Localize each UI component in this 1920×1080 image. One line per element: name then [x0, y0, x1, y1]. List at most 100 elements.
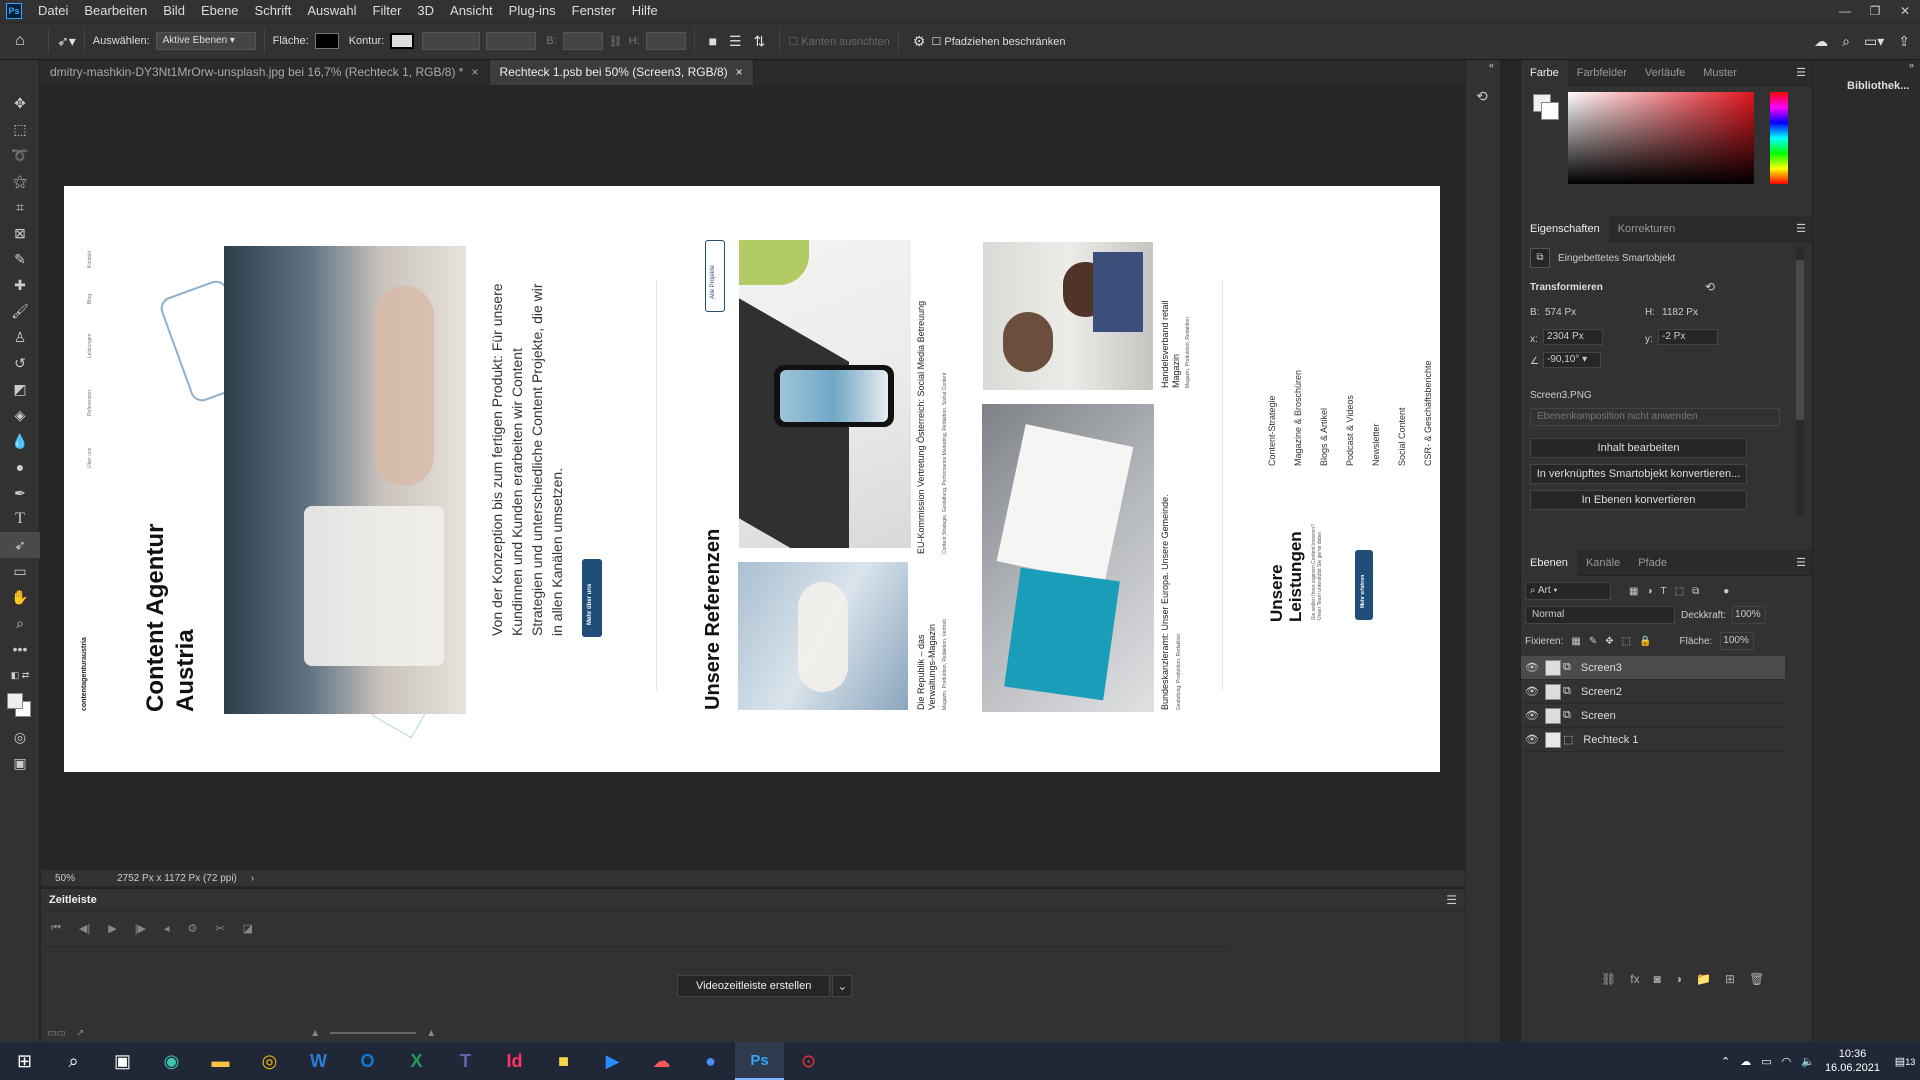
chevron-down-icon[interactable]: ⌄: [832, 975, 853, 997]
search-icon[interactable]: ⌕: [1842, 33, 1850, 50]
inhalt-bearbeiten-button[interactable]: Inhalt bearbeiten: [1530, 438, 1747, 458]
tab-farbe[interactable]: Farbe: [1521, 59, 1568, 86]
convert-layers-button[interactable]: In Ebenen konvertieren: [1530, 490, 1747, 510]
properties-scrollbar[interactable]: [1796, 246, 1804, 516]
tray-chevron-icon[interactable]: ⌃: [1721, 1055, 1730, 1068]
new-layer-icon[interactable]: ⊞: [1725, 972, 1735, 986]
settings-icon[interactable]: ⚙: [188, 922, 198, 935]
home-icon[interactable]: ⌂: [0, 32, 40, 50]
task-view-icon[interactable]: ▣: [98, 1042, 147, 1080]
tab-document-2[interactable]: Rechteck 1.psb bei 50% (Screen3, RGB/8) …: [489, 60, 754, 85]
gear-icon[interactable]: ⚙: [913, 33, 926, 50]
path-alignment-icon[interactable]: ☰: [729, 33, 742, 50]
lock-all-icon[interactable]: 🔒: [1639, 636, 1651, 647]
menu-bild[interactable]: Bild: [155, 0, 193, 22]
height-field[interactable]: [645, 32, 686, 50]
link-icon[interactable]: ⛓: [609, 35, 623, 48]
frames-icon[interactable]: ▭▭: [47, 1028, 66, 1039]
notifications-badge[interactable]: ▤13: [1890, 1055, 1920, 1068]
clock[interactable]: 10:36 16.06.2021: [1825, 1047, 1880, 1075]
menu-schrift[interactable]: Schrift: [247, 0, 300, 22]
blur-tool-icon[interactable]: 💧: [0, 428, 40, 454]
panel-menu-icon[interactable]: ☰: [1796, 222, 1806, 235]
word-icon[interactable]: W: [294, 1042, 343, 1080]
visibility-eye-icon[interactable]: 👁: [1521, 709, 1543, 722]
visibility-eye-icon[interactable]: 👁: [1521, 733, 1543, 746]
windows-start-icon[interactable]: ⊞: [0, 1042, 49, 1080]
minimize-icon[interactable]: —: [1830, 0, 1860, 22]
zoom-in-icon[interactable]: ▲: [426, 1028, 436, 1039]
filter-smartobject-icon[interactable]: ⧉: [1692, 586, 1699, 597]
reset-transform-icon[interactable]: ⟲: [1705, 280, 1715, 294]
fx-icon[interactable]: fx: [1630, 972, 1639, 986]
stamp-tool-icon[interactable]: ♙: [0, 324, 40, 350]
file-explorer-icon[interactable]: ▬: [196, 1042, 245, 1080]
layer-row-screen2[interactable]: 👁 ⧉ Screen2: [1521, 680, 1785, 704]
magic-wand-tool-icon[interactable]: ⚝: [0, 168, 40, 194]
filter-adjustment-icon[interactable]: ◑: [1646, 586, 1652, 597]
zoom-out-icon[interactable]: ▲: [310, 1028, 320, 1039]
y-field[interactable]: -2 Px: [1658, 329, 1718, 345]
move-tool-icon[interactable]: ✥: [0, 90, 40, 116]
zoom-tool-icon[interactable]: ⌕: [0, 610, 40, 636]
stroke-type-dropdown[interactable]: [486, 32, 537, 50]
edge-icon[interactable]: ◉: [147, 1042, 196, 1080]
filter-kind-dropdown[interactable]: ⌕ Art ▾: [1525, 582, 1611, 600]
menu-fenster[interactable]: Fenster: [564, 0, 624, 22]
adjustment-layer-icon[interactable]: ◑: [1675, 972, 1682, 986]
tray-app-icon[interactable]: ▭: [1761, 1055, 1771, 1068]
opacity-field[interactable]: 100%: [1732, 606, 1767, 624]
split-icon[interactable]: ✂: [215, 922, 224, 935]
cloud-docs-icon[interactable]: ☁: [1814, 33, 1828, 50]
auswaehlen-dropdown[interactable]: Aktive Ebenen ▾: [155, 32, 256, 50]
filter-toggle-icon[interactable]: ●: [1723, 586, 1729, 597]
excel-icon[interactable]: X: [392, 1042, 441, 1080]
lock-artboard-icon[interactable]: ⬚: [1622, 636, 1631, 647]
frame-tool-icon[interactable]: ⊠: [0, 220, 40, 246]
width-field[interactable]: [562, 32, 603, 50]
record-icon[interactable]: ⊙: [784, 1042, 833, 1080]
tab-eigenschaften[interactable]: Eigenschaften: [1521, 215, 1609, 242]
screen-mode-icon[interactable]: ▣: [0, 750, 40, 776]
mehr-erfahren-button[interactable]: Mehr erfahren: [1355, 550, 1373, 620]
path-selection-tool-icon[interactable]: ➶: [0, 532, 40, 558]
path-operations-icon[interactable]: ■: [709, 33, 717, 49]
onedrive-icon[interactable]: ☁: [1740, 1055, 1751, 1068]
alle-projekte-button[interactable]: Alle Projekte: [705, 240, 725, 312]
collapse-arrows-icon[interactable]: «: [1466, 60, 1500, 70]
pen-tool-icon[interactable]: ✒: [0, 480, 40, 506]
mehr-ueber-uns-button[interactable]: Mehr über uns: [582, 559, 602, 637]
menu-ansicht[interactable]: Ansicht: [442, 0, 501, 22]
panel-menu-icon[interactable]: ☰: [1446, 893, 1457, 907]
library-label[interactable]: Bibliothek...: [1847, 80, 1920, 92]
close-icon[interactable]: ✕: [1890, 0, 1920, 22]
zoom-icon[interactable]: ▶: [588, 1042, 637, 1080]
shape-tool-icon[interactable]: ▭: [0, 558, 40, 584]
sticky-notes-icon[interactable]: ■: [539, 1042, 588, 1080]
dodge-tool-icon[interactable]: ●: [0, 454, 40, 480]
photoshop-taskbar-icon[interactable]: Ps: [735, 1042, 784, 1080]
audio-icon[interactable]: ◂: [164, 922, 170, 935]
tab-pfade[interactable]: Pfade: [1629, 550, 1676, 576]
menu-hilfe[interactable]: Hilfe: [624, 0, 666, 22]
stroke-swatch[interactable]: [390, 33, 415, 49]
background-color-swatch[interactable]: [1541, 102, 1559, 120]
menu-datei[interactable]: Datei: [30, 0, 76, 22]
lock-pixels-icon[interactable]: ▦: [1571, 636, 1580, 647]
zoom-level[interactable]: 50%: [41, 873, 91, 884]
wifi-icon[interactable]: ◠: [1782, 1055, 1792, 1068]
brush-tool-icon[interactable]: 🖌: [0, 298, 40, 324]
layer-row-rechteck1[interactable]: 👁 ⬚ Rechteck 1: [1521, 728, 1785, 752]
visibility-eye-icon[interactable]: 👁: [1521, 685, 1543, 698]
eyedropper-tool-icon[interactable]: ✎: [0, 246, 40, 272]
panel-menu-icon[interactable]: ☰: [1796, 66, 1806, 79]
artboard-preview[interactable]: contentagenturaustria Kontakt Blog Leist…: [64, 186, 1440, 772]
tab-farbfelder[interactable]: Farbfelder: [1568, 60, 1636, 86]
collapse-arrows-icon[interactable]: »: [1813, 60, 1920, 70]
first-frame-icon[interactable]: ⏮: [51, 922, 61, 935]
add-mask-icon[interactable]: ◙: [1654, 972, 1661, 986]
workspace-icon[interactable]: ▭▾: [1864, 33, 1884, 50]
delete-layer-icon[interactable]: 🗑: [1749, 972, 1764, 986]
document-info[interactable]: 2752 Px x 1172 Px (72 ppi): [117, 873, 237, 884]
healing-brush-tool-icon[interactable]: ✚: [0, 272, 40, 298]
